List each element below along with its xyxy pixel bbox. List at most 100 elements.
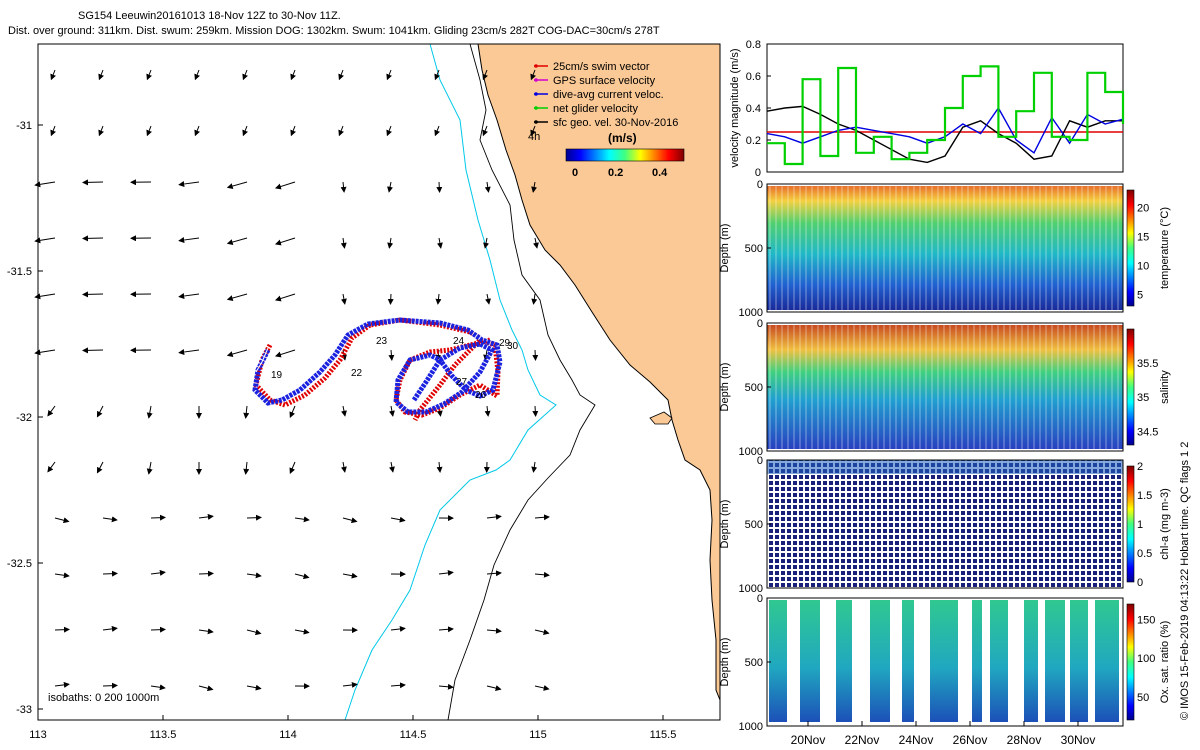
velocity-ytick-label: 0.2	[746, 135, 761, 147]
depth-tick-label: 0	[757, 455, 763, 467]
depth-tick-label: 500	[745, 382, 763, 394]
colorbar-tick-label: 50	[1137, 692, 1149, 704]
colorbar-tick-label: 35.5	[1137, 358, 1158, 370]
legend-side-label: 4h	[528, 131, 540, 143]
velocity-ylabel: velocity magnitude (m/s)	[729, 48, 741, 167]
depth-tick-label: 0	[757, 179, 763, 191]
map-ytick-label: -32.5	[7, 558, 32, 570]
colorbar-tick-label: 5	[1137, 289, 1143, 301]
geostrophic-vector	[102, 682, 118, 689]
map-xtick-label: 115	[529, 729, 547, 741]
depth-tick-label: 500	[745, 243, 763, 255]
geostrophic-vector	[436, 181, 443, 193]
depth-tick-label: 500	[745, 657, 763, 669]
colorbar-tick-label: 150	[1137, 614, 1155, 626]
temperature-colorbar-label: temperature (°C)	[1159, 207, 1171, 289]
legend-label: GPS surface velocity	[553, 75, 656, 87]
oxygen-profile-block	[870, 600, 890, 722]
geostrophic-vector	[102, 570, 118, 577]
legend-label: dive-avg current veloc.	[553, 89, 664, 101]
legend-swatch-head	[534, 120, 538, 124]
track-day-label: 26	[475, 390, 487, 401]
salinity-section-panel: 05001000Depth (m) 35.53534.5salinity	[719, 318, 1171, 458]
chla-section-fill	[767, 460, 1123, 588]
velocity-ytick-label: 0.8	[746, 39, 761, 51]
oxygen-profile-block	[1024, 600, 1038, 722]
geostrophic-vector	[150, 514, 166, 521]
time-tick-label: 20Nov	[791, 733, 826, 747]
oxygen-profile-block	[1095, 600, 1119, 722]
chla-section-panel: 05001000Depth (m)21.510.50chl-a (mg m-3)	[719, 455, 1171, 595]
depth-axis-label: Depth (m)	[719, 500, 731, 549]
velocity-ytick-label: 0.4	[746, 103, 761, 115]
legend-swatch-head	[534, 92, 538, 96]
depth-tick-label: 500	[745, 519, 763, 531]
time-tick-label: 30Nov	[1061, 733, 1096, 747]
track-day-label: 23	[376, 336, 388, 347]
temperature-colorbar	[1126, 189, 1135, 307]
colorbar-tick-label: 1.5	[1137, 490, 1152, 502]
map-xtick-label: 115.5	[650, 729, 677, 741]
geostrophic-vector	[387, 293, 394, 305]
geostrophic-vector	[150, 626, 166, 633]
oxygen-profile-block	[990, 600, 1008, 722]
time-tick-label: 28Nov	[1007, 733, 1042, 747]
map-xtick-label: 113	[29, 729, 47, 741]
salinity-colorbar	[1126, 328, 1135, 446]
depth-axis-label: Depth (m)	[719, 363, 731, 412]
oxygen-profile-block	[902, 600, 914, 722]
geostrophic-vector	[532, 349, 539, 361]
chla-colorbar-label: chl-a (mg m-3)	[1159, 488, 1171, 560]
colorbar-tick-2: 0.4	[652, 167, 668, 179]
track-day-label: 22	[351, 368, 363, 379]
chla-colorbar	[1126, 465, 1135, 583]
depth-axis-label: Depth (m)	[719, 224, 731, 273]
legend-label: 25cm/s swim vector	[553, 61, 650, 73]
oxygen-section-panel: 0 500 1000 Depth (m) 150 100 50 Ox. sat. ratio …	[719, 593, 1171, 733]
legend-swatch-head	[534, 78, 538, 82]
velocity-panel: 0 0.2 0.4 0.6 0.8 velocity magnitude (m/s)	[729, 39, 1125, 179]
map-xtick-label: 114	[279, 729, 297, 741]
colorbar-tick-label: 35	[1137, 392, 1149, 404]
figure-canvas: 19 2223 2427262930 113 113.5 114 114.5 115 115.…	[7, 39, 1191, 747]
isobaths-label: isobaths: 0 200 1000m	[48, 692, 159, 704]
colorbar-tick-label: 100	[1137, 653, 1155, 665]
map-xtick-label: 114.5	[400, 729, 427, 741]
colorbar-tick-label: 10	[1137, 260, 1149, 272]
colorbar-tick-label: 34.5	[1137, 426, 1158, 438]
map-ytick-label: -33	[16, 704, 32, 716]
chla-surface-layer	[767, 460, 1123, 474]
oxygen-profile-block	[800, 600, 820, 722]
section-panels: 05001000Depth (m)2015105temperature (°C)…	[719, 179, 1171, 747]
colorbar-tick-label: 15	[1137, 231, 1149, 243]
velocity-ytick-label: 0.6	[746, 71, 761, 83]
track-day-label: 19	[271, 370, 283, 381]
colorbar-tick-label: 0.5	[1137, 548, 1152, 560]
oxygen-profile-block	[1045, 600, 1065, 722]
legend-swatch-head	[534, 106, 538, 110]
time-tick-label: 24Nov	[899, 733, 934, 747]
geostrophic-vector	[532, 405, 539, 417]
map-panel: 19 2223 2427262930 113 113.5 114 114.5 115 115.…	[7, 43, 721, 741]
depth-axis-label: Depth (m)	[719, 638, 731, 687]
oxygen-profile-block	[769, 600, 787, 722]
map-ytick-label: -32	[16, 412, 32, 424]
colorbar-tick-label: 0	[1137, 577, 1143, 589]
credit-text: © IMOS 15-Feb-2019 04:13:22 Hobart time.…	[1179, 442, 1191, 720]
colorbar-tick-label: 20	[1137, 202, 1149, 214]
track-day-label: 24	[453, 336, 465, 347]
oxygen-profile-block	[930, 600, 958, 722]
geostrophic-vector	[246, 514, 262, 521]
oxygen-profile-block	[836, 600, 852, 722]
geostrophic-vector	[198, 570, 214, 577]
track-day-label: 27	[456, 377, 468, 388]
colorbar-tick-label: 1	[1137, 519, 1143, 531]
salinity-colorbar-label: salinity	[1159, 370, 1171, 404]
speed-colorbar	[565, 148, 685, 162]
velocity-ytick-label: 0	[755, 167, 761, 179]
colorbar-tick-0: 0	[572, 167, 578, 179]
map-xtick-label: 113.5	[150, 729, 177, 741]
map-ytick-label: -31.5	[7, 266, 32, 278]
track-day-label: 30	[507, 341, 519, 352]
map-ytick-label: -31	[16, 120, 32, 132]
